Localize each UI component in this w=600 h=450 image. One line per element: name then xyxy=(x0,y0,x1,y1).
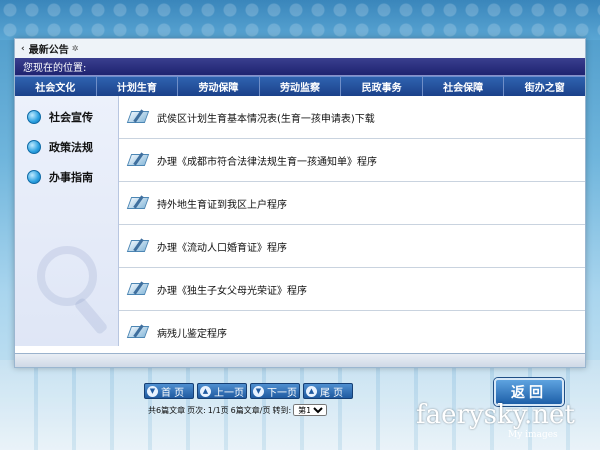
sidebar-item-publicity[interactable]: 社会宣传 xyxy=(15,104,118,130)
watermark: faerysky.net xyxy=(416,400,575,430)
sidebar-item-label: 社会宣传 xyxy=(49,111,93,124)
total-articles: 共6篇文章 xyxy=(148,405,186,415)
panel-title: 最新公告 xyxy=(28,45,69,56)
list-item-title: 办理《成都市符合法律法规生育一孩通知单》程序 xyxy=(157,156,377,168)
per-page: 6篇文章/页 xyxy=(230,405,271,415)
bullet-icon xyxy=(27,170,41,184)
document-icon xyxy=(126,281,150,297)
document-icon xyxy=(126,324,150,340)
list-item[interactable]: 办理《成都市符合法律法规生育一孩通知单》程序 xyxy=(119,139,585,182)
nav-item-labor-security[interactable]: 劳动保障 xyxy=(178,77,260,96)
sparkle-icon: ✲ xyxy=(71,44,79,53)
panel-title-bar: ‹ 最新公告 ✲ xyxy=(15,39,585,58)
panel-footer xyxy=(15,353,585,367)
list-item-title: 武侯区计划生育基本情况表(生育一孩申请表)下载 xyxy=(157,113,375,125)
nav-item-family-planning[interactable]: 计划生育 xyxy=(97,77,179,96)
sidebar-item-label: 政策法规 xyxy=(49,141,93,154)
sidebar-item-label: 办事指南 xyxy=(49,171,93,184)
last-page-button[interactable]: ▲ 尾 页 xyxy=(303,383,353,399)
announcement-panel: ‹ 最新公告 ✲ 您现在的位置: 社会文化 计划生育 劳动保障 劳动监察 民政事… xyxy=(14,38,586,368)
bullet-icon xyxy=(27,140,41,154)
prev-page-label: 上一页 xyxy=(214,387,244,399)
location-label: 您现在的位置: xyxy=(23,63,87,74)
list-item[interactable]: 办理《流动人口婚育证》程序 xyxy=(119,225,585,268)
list-item-title: 持外地生育证到我区上户程序 xyxy=(157,199,287,211)
breadcrumb: 您现在的位置: xyxy=(15,58,585,76)
last-page-label: 尾 页 xyxy=(320,387,344,399)
chevron-up-icon: ▲ xyxy=(200,385,211,397)
goto-label: 转到: xyxy=(272,405,292,415)
sidebar-item-guide[interactable]: 办事指南 xyxy=(15,164,118,190)
next-page-button[interactable]: ▼ 下一页 xyxy=(250,383,300,399)
magnifier-handle xyxy=(73,296,109,336)
header-decoration xyxy=(0,0,600,40)
page-info: 共6篇文章 页次: 1/1页 6篇文章/页 转到: 第1页 xyxy=(148,404,328,416)
goto-page-select[interactable]: 第1页 xyxy=(293,404,328,416)
list-item[interactable]: 武侯区计划生育基本情况表(生育一孩申请表)下载 xyxy=(119,96,585,139)
sidebar: 社会宣传 政策法规 办事指南 xyxy=(15,96,119,346)
list-item-title: 病残儿鉴定程序 xyxy=(157,328,227,340)
chevron-up-icon: ▲ xyxy=(306,385,317,397)
list-item-title: 办理《流动人口婚育证》程序 xyxy=(157,242,287,254)
main-nav: 社会文化 计划生育 劳动保障 劳动监察 民政事务 社会保障 街办之窗 xyxy=(15,76,585,96)
list-item[interactable]: 持外地生育证到我区上户程序 xyxy=(119,182,585,225)
first-page-label: 首 页 xyxy=(161,387,185,399)
nav-item-civil-affairs[interactable]: 民政事务 xyxy=(341,77,423,96)
nav-item-culture[interactable]: 社会文化 xyxy=(15,77,97,96)
document-icon xyxy=(126,152,150,168)
bullet-icon xyxy=(27,110,41,124)
sidebar-item-policies[interactable]: 政策法规 xyxy=(15,134,118,160)
list-item[interactable]: 病残儿鉴定程序 xyxy=(119,311,585,354)
document-icon xyxy=(126,109,150,125)
document-icon xyxy=(126,195,150,211)
nav-item-labor-inspection[interactable]: 劳动监察 xyxy=(260,77,342,96)
article-list: 武侯区计划生育基本情况表(生育一孩申请表)下载 办理《成都市符合法律法规生育一孩… xyxy=(119,96,585,354)
first-page-button[interactable]: ▼ 首 页 xyxy=(144,383,194,399)
pagination: ▼ 首 页 ▲ 上一页 ▼ 下一页 ▲ 尾 页 xyxy=(144,383,353,399)
nav-item-social-security[interactable]: 社会保障 xyxy=(423,77,505,96)
next-page-label: 下一页 xyxy=(267,387,297,399)
document-icon xyxy=(126,238,150,254)
watermark-subtitle: My images xyxy=(508,430,558,440)
magnifier-icon xyxy=(37,246,97,306)
list-item[interactable]: 办理《独生子女父母光荣证》程序 xyxy=(119,268,585,311)
prev-page-button[interactable]: ▲ 上一页 xyxy=(197,383,247,399)
chevron-down-icon: ▼ xyxy=(147,385,158,397)
back-arrow-icon: ‹ xyxy=(21,43,25,54)
page-label: 页次: xyxy=(187,405,206,415)
chevron-down-icon: ▼ xyxy=(253,385,264,397)
list-item-title: 办理《独生子女父母光荣证》程序 xyxy=(157,285,307,297)
content-area: 社会宣传 政策法规 办事指南 武侯区计划生育基本情况表(生育一孩申请表)下载 办… xyxy=(15,96,585,354)
page-value: 1/1页 xyxy=(207,405,229,415)
nav-item-street-office[interactable]: 街办之窗 xyxy=(504,77,585,96)
